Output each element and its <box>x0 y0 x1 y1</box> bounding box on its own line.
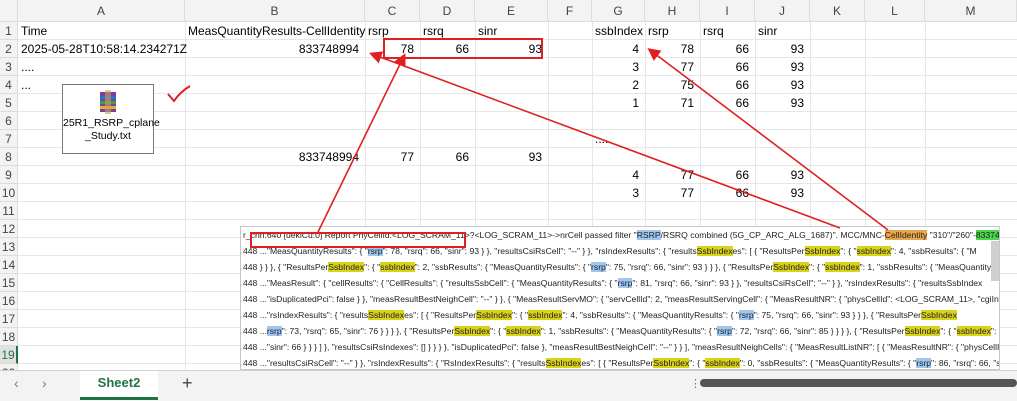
arrow-log-to-values <box>317 53 406 233</box>
next-sheet-button[interactable]: › <box>42 375 47 391</box>
annotation-arrows <box>317 48 889 233</box>
horizontal-scrollbar[interactable] <box>700 379 1017 387</box>
prev-sheet-button[interactable]: ‹ <box>14 375 19 391</box>
sheet-tab-bar: ‹ › Sheet2 + ⋮ <box>0 370 1017 401</box>
arrow-ssbindex-to-g2 <box>647 48 889 231</box>
sheet-tab-sheet2[interactable]: Sheet2 <box>80 371 158 400</box>
add-sheet-icon[interactable]: + <box>182 373 193 394</box>
